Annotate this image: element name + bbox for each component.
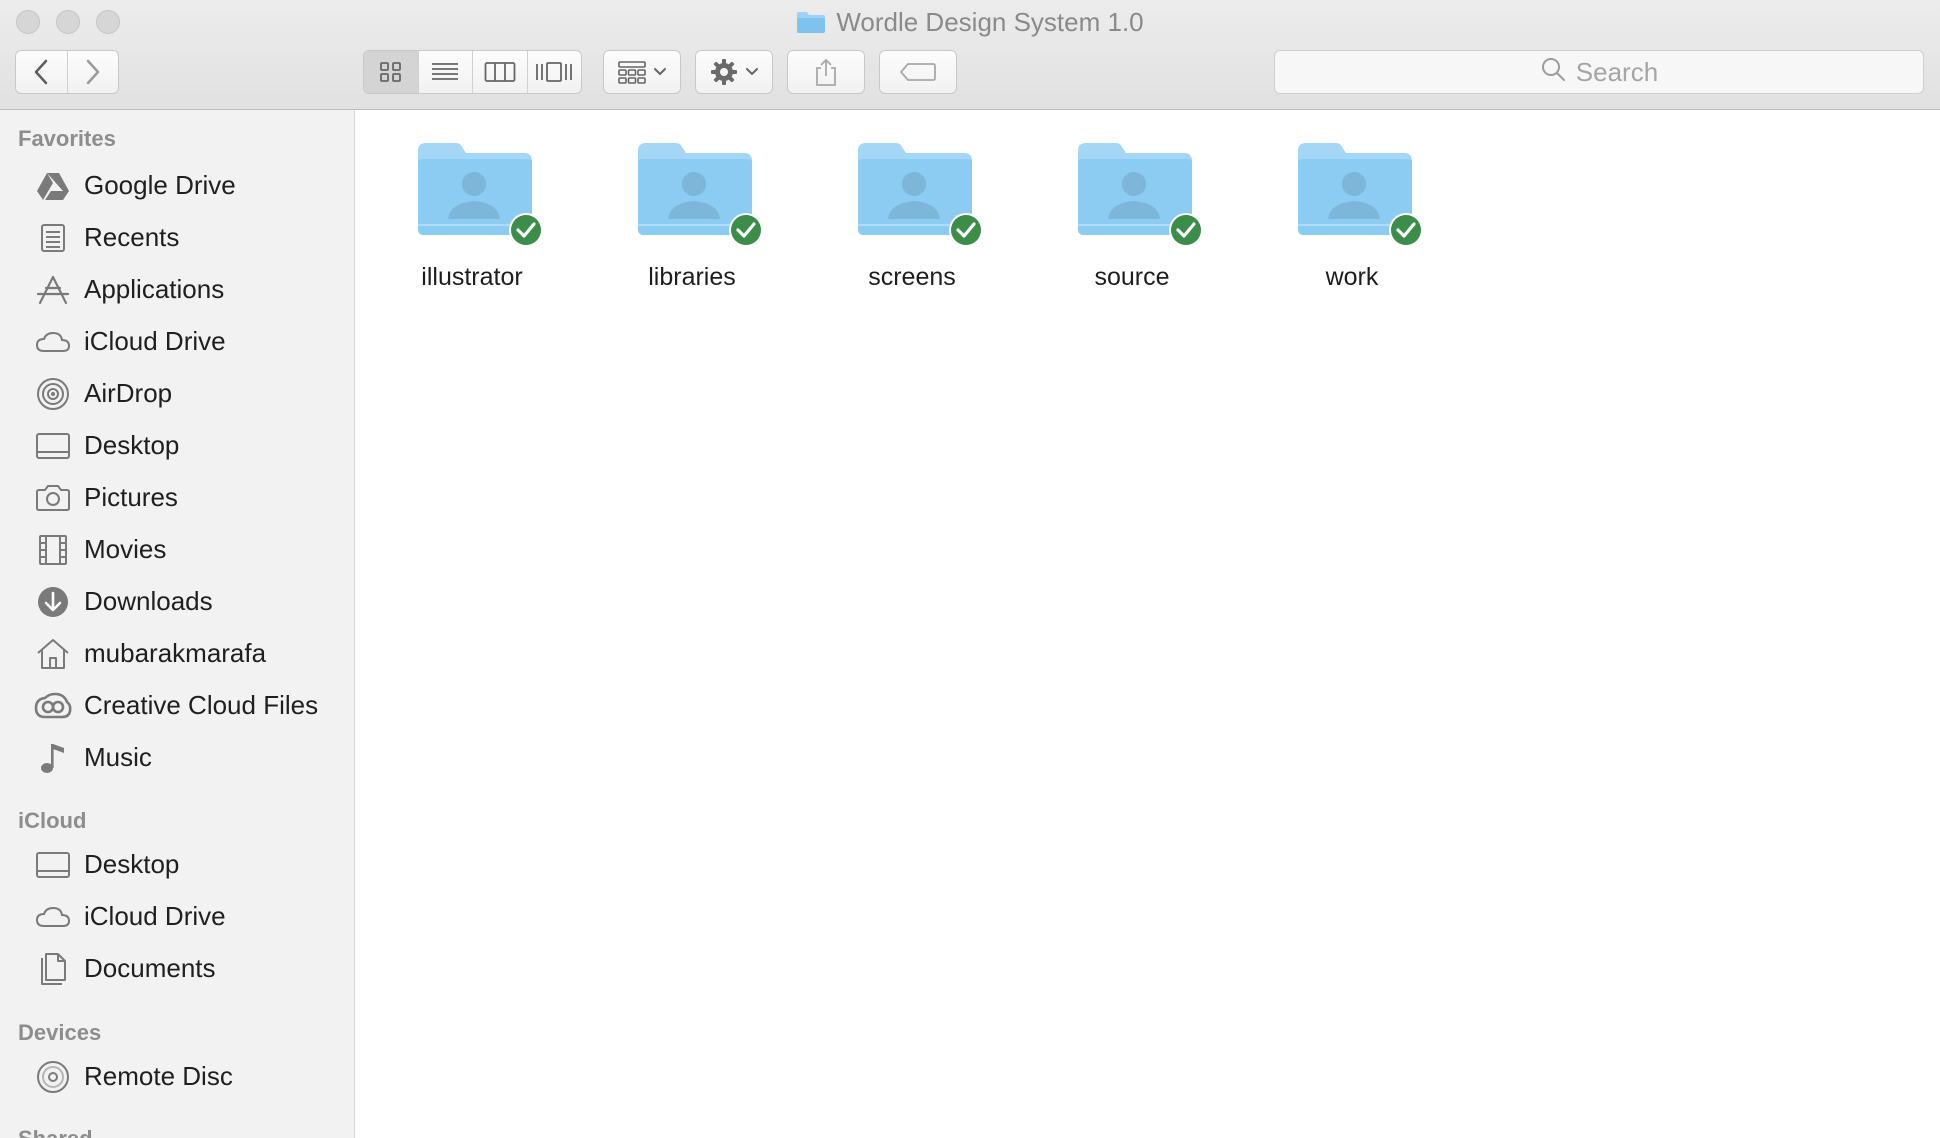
sync-checkmark-icon (508, 212, 544, 253)
folder-name: libraries (648, 263, 736, 291)
home-icon (34, 637, 72, 671)
folder-item-illustrator[interactable]: illustrator (362, 139, 582, 299)
share-button[interactable] (787, 50, 865, 94)
sidebar-item-pictures[interactable]: Pictures (0, 473, 354, 521)
navigation-buttons (15, 50, 119, 94)
chevron-left-icon (33, 59, 49, 85)
sidebar-section-shared: Shared (18, 1126, 93, 1138)
column-view-button[interactable] (472, 51, 527, 93)
tag-icon (899, 62, 937, 82)
sidebar-item-desktop[interactable]: Desktop (0, 421, 354, 469)
sidebar-item-airdrop[interactable]: AirDrop (0, 369, 354, 417)
download-icon (34, 585, 72, 619)
sidebar-item-remote-disc[interactable]: Remote Disc (0, 1052, 354, 1100)
folder-contents: illustrator libraries screens source wor… (356, 111, 1940, 1138)
list-view-button[interactable] (417, 51, 473, 93)
documents-icon (34, 952, 72, 986)
list-view-icon (430, 61, 460, 83)
folder-item-libraries[interactable]: libraries (582, 139, 802, 299)
sidebar-item-icloud-icloud-drive[interactable]: iCloud Drive (0, 892, 354, 940)
chevron-down-icon (653, 67, 667, 77)
folder-item-source[interactable]: source (1022, 139, 1242, 299)
icon-view-button[interactable] (364, 51, 418, 93)
cloud-icon (34, 325, 72, 359)
share-icon (814, 57, 838, 87)
sidebar-item-icloud-desktop[interactable]: Desktop (0, 840, 354, 888)
film-icon (34, 533, 72, 567)
sidebar-section-favorites: Favorites (18, 126, 116, 151)
sidebar-item-icloud-drive[interactable]: iCloud Drive (0, 317, 354, 365)
chevron-right-icon (85, 59, 101, 85)
airdrop-icon (34, 377, 72, 411)
icon-view-icon (379, 61, 403, 83)
arrange-button[interactable] (603, 50, 681, 94)
sidebar-item-movies[interactable]: Movies (0, 525, 354, 573)
applications-icon (34, 273, 72, 307)
action-menu-button[interactable] (695, 50, 773, 94)
cover-flow-view-button[interactable] (526, 51, 582, 93)
folder-item-work[interactable]: work (1242, 139, 1462, 299)
sidebar-item-recents[interactable]: Recents (0, 213, 354, 261)
sidebar: Favorites Google Drive Recents Applicati… (0, 110, 355, 1138)
sidebar-item-applications[interactable]: Applications (0, 265, 354, 313)
sync-checkmark-icon (1388, 212, 1424, 253)
sidebar-item-documents[interactable]: Documents (0, 944, 354, 992)
camera-icon (34, 481, 72, 515)
window-title: Wordle Design System 1.0 (836, 6, 1144, 37)
view-mode-selector (363, 50, 582, 94)
folder-name: illustrator (421, 263, 523, 291)
folder-name: source (1094, 263, 1170, 291)
cloud-icon (34, 900, 72, 934)
search-field[interactable]: Search (1274, 50, 1924, 94)
search-placeholder: Search (1575, 56, 1659, 87)
folder-name: screens (868, 263, 956, 291)
back-button[interactable] (16, 51, 67, 93)
sidebar-item-google-drive[interactable]: Google Drive (0, 161, 354, 209)
sync-checkmark-icon (728, 212, 764, 253)
window-toolbar: Wordle Design System 1.0 Search (0, 0, 1940, 110)
cover-flow-view-icon (534, 61, 574, 83)
sidebar-item-creative-cloud-files[interactable]: Creative Cloud Files (0, 681, 354, 729)
sync-checkmark-icon (948, 212, 984, 253)
tags-button[interactable] (879, 50, 957, 94)
folder-item-screens[interactable]: screens (802, 139, 1022, 299)
desktop-icon (34, 848, 72, 882)
chevron-down-icon (745, 67, 759, 77)
gear-icon (709, 57, 739, 87)
folder-icon (796, 10, 826, 34)
search-icon (1540, 56, 1566, 89)
creative-cloud-icon (34, 689, 72, 723)
folder-name: work (1325, 263, 1379, 291)
google-drive-icon (34, 169, 72, 203)
column-view-icon (484, 61, 516, 83)
forward-button[interactable] (66, 51, 119, 93)
sidebar-section-icloud: iCloud (18, 808, 87, 833)
sync-checkmark-icon (1168, 212, 1204, 253)
desktop-icon (34, 429, 72, 463)
sidebar-section-devices: Devices (18, 1020, 102, 1045)
arrange-grid-icon (617, 60, 647, 84)
window-title-bar: Wordle Design System 1.0 (0, 6, 1940, 38)
sidebar-item-music[interactable]: Music (0, 733, 354, 781)
sidebar-item-downloads[interactable]: Downloads (0, 577, 354, 625)
disc-icon (34, 1060, 72, 1094)
recents-icon (34, 221, 72, 255)
sidebar-item-home[interactable]: mubarakmarafa (0, 629, 354, 677)
music-note-icon (34, 741, 72, 775)
